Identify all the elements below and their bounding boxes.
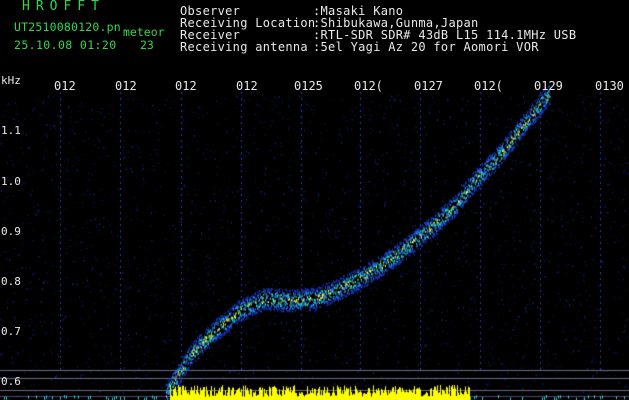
spectrogram-canvas bbox=[0, 0, 629, 400]
file-name: UT2510080120.pn bbox=[14, 20, 121, 34]
freq-tick: 1.1 bbox=[1, 124, 21, 137]
meteor-count: 23 bbox=[140, 38, 154, 52]
antenna-label: Receiving antenna bbox=[180, 40, 308, 54]
time-tick: 012( bbox=[474, 79, 503, 93]
freq-tick: 0.6 bbox=[1, 375, 21, 388]
app-title: HROFFT bbox=[22, 0, 105, 14]
freq-tick: 0.7 bbox=[1, 325, 21, 338]
time-tick: 012 bbox=[175, 79, 197, 93]
time-tick: 012 bbox=[236, 79, 258, 93]
time-tick: 012( bbox=[354, 79, 383, 93]
detection-label: meteor bbox=[123, 25, 165, 39]
time-tick: 0125 bbox=[294, 79, 323, 93]
frequency-unit-label: kHz bbox=[1, 74, 21, 87]
time-tick: 0129 bbox=[534, 79, 563, 93]
time-tick: 012 bbox=[115, 79, 137, 93]
time-tick: 012 bbox=[54, 79, 76, 93]
freq-tick: 1.0 bbox=[1, 175, 21, 188]
time-tick: 0130 bbox=[595, 79, 624, 93]
antenna-value: :5el Yagi Az 20 for Aomori VOR bbox=[313, 40, 539, 54]
capture-datetime: 25.10.08 01:20 bbox=[14, 38, 117, 52]
freq-tick: 0.9 bbox=[1, 225, 21, 238]
time-tick: 0127 bbox=[414, 79, 443, 93]
freq-tick: 0.8 bbox=[1, 275, 21, 288]
